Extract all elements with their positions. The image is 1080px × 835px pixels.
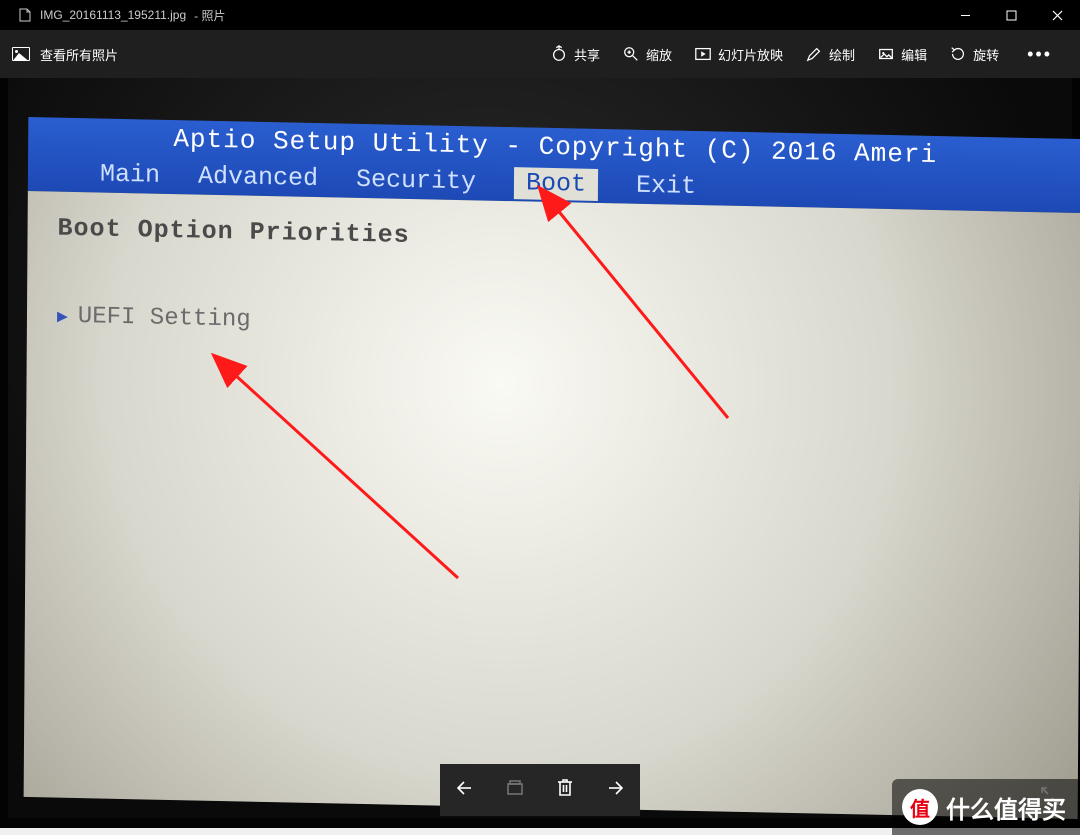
photo-content: Aptio Setup Utility - Copyright (C) 2016… — [8, 78, 1072, 818]
zoom-button[interactable]: 缩放 — [622, 45, 672, 64]
more-icon: ••• — [1027, 44, 1052, 64]
window-titlebar: IMG_20161113_195211.jpg - 照片 — [0, 0, 1080, 30]
view-all-photos-link[interactable]: 查看所有照片 — [40, 45, 118, 64]
share-button[interactable]: 共享 — [550, 45, 600, 64]
slideshow-button[interactable]: 幻灯片放映 — [694, 45, 783, 64]
bios-tab-exit: Exit — [636, 171, 696, 201]
close-button[interactable] — [1034, 0, 1080, 30]
bios-option-label: UEFI Setting — [78, 303, 251, 334]
slideshow-label: 幻灯片放映 — [718, 45, 783, 64]
edit-button[interactable]: 编辑 — [877, 45, 927, 64]
photos-app-window: IMG_20161113_195211.jpg - 照片 查看所有照片 共享 缩… — [0, 0, 1080, 828]
bios-uefi-option: ▶ UEFI Setting — [57, 303, 1051, 351]
collection-icon — [505, 778, 525, 803]
photo-bottom-toolbar — [440, 764, 640, 816]
arrow-left-icon — [454, 777, 476, 804]
fullscreen-button[interactable] — [1032, 780, 1068, 816]
next-button[interactable] — [595, 770, 635, 810]
file-icon — [18, 8, 32, 22]
bios-tab-main: Main — [100, 160, 160, 190]
minimize-button[interactable] — [942, 0, 988, 30]
collection-button[interactable] — [495, 770, 535, 810]
bios-tab-advanced: Advanced — [198, 162, 318, 194]
triangle-right-icon: ▶ — [57, 305, 68, 327]
bios-tab-security: Security — [356, 165, 476, 197]
command-bar: 查看所有照片 共享 缩放 幻灯片放映 绘制 编辑 — [0, 30, 1080, 78]
trash-icon — [555, 777, 575, 804]
bios-screen-in-photo: Aptio Setup Utility - Copyright (C) 2016… — [24, 117, 1080, 819]
share-label: 共享 — [574, 45, 600, 64]
draw-label: 绘制 — [829, 45, 855, 64]
draw-button[interactable]: 绘制 — [805, 45, 855, 64]
draw-icon — [805, 45, 823, 63]
slideshow-icon — [694, 45, 712, 63]
delete-button[interactable] — [545, 770, 585, 810]
bios-section-heading: Boot Option Priorities — [58, 214, 1052, 264]
rotate-button[interactable]: 旋转 — [949, 45, 999, 64]
expand-icon — [1039, 785, 1061, 812]
window-app-suffix: - 照片 — [194, 7, 225, 24]
zoom-label: 缩放 — [646, 45, 672, 64]
more-button[interactable]: ••• — [1021, 45, 1058, 63]
photo-icon — [12, 47, 30, 61]
window-controls — [942, 0, 1080, 30]
edit-icon — [877, 45, 895, 63]
maximize-button[interactable] — [988, 0, 1034, 30]
previous-button[interactable] — [445, 770, 485, 810]
bios-tab-boot: Boot — [514, 167, 598, 201]
share-icon — [550, 45, 568, 63]
edit-label: 编辑 — [901, 45, 927, 64]
zoom-icon — [622, 45, 640, 63]
photo-viewport[interactable]: Aptio Setup Utility - Copyright (C) 2016… — [0, 78, 1080, 828]
window-filename: IMG_20161113_195211.jpg — [40, 8, 186, 22]
arrow-right-icon — [604, 777, 626, 804]
rotate-label: 旋转 — [973, 45, 999, 64]
rotate-icon — [949, 45, 967, 63]
